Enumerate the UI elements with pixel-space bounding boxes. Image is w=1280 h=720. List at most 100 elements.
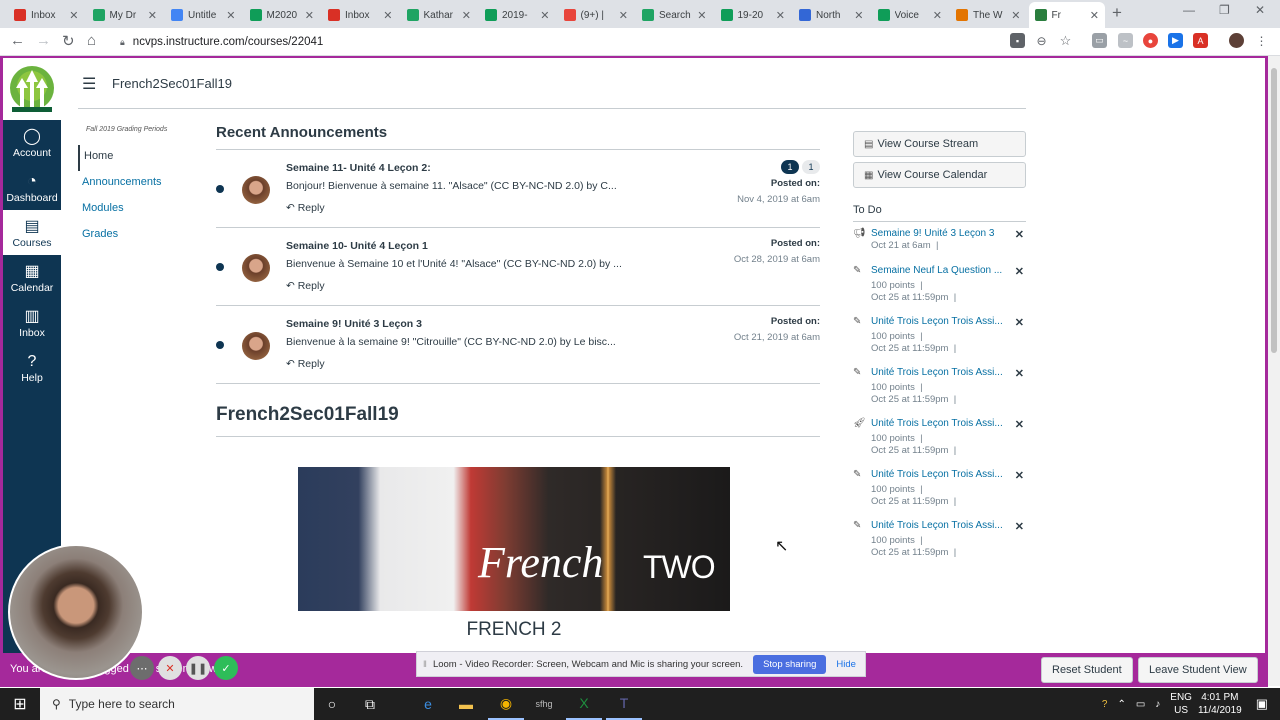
pause-icon[interactable]: ❚❚ (186, 656, 210, 680)
browser-tab[interactable]: 19-20 ✕ (715, 2, 792, 28)
camera-icon[interactable]: ▪ (1010, 33, 1025, 48)
todo-title-link[interactable]: Unité Trois Leçon Trois Assi... (871, 367, 1003, 378)
extension-icon[interactable]: ▶ (1168, 33, 1183, 48)
global-nav-account[interactable]: ◯ Account (3, 120, 61, 165)
reply-link[interactable]: ↶ Reply (286, 358, 325, 370)
task-view-icon[interactable]: ⧉ (352, 688, 388, 720)
app-icon[interactable]: sfhg (526, 688, 562, 720)
menu-icon[interactable]: ⋮ (1254, 33, 1269, 48)
announcement-title[interactable]: Semaine 9! Unité 3 Leçon 3 (286, 318, 422, 330)
browser-tab[interactable]: The W ✕ (950, 2, 1027, 28)
tab-close-icon[interactable]: ✕ (305, 9, 314, 22)
volume-icon[interactable]: ♪ (1155, 699, 1160, 710)
browser-tab[interactable]: Untitle ✕ (165, 2, 242, 28)
taskbar-search[interactable]: ⚲ Type here to search (40, 688, 314, 720)
chrome-icon[interactable]: ◉ (488, 688, 524, 720)
tab-close-icon[interactable]: ✕ (776, 9, 785, 22)
webcam-bubble[interactable] (8, 544, 144, 680)
dismiss-icon[interactable]: ✕ (1015, 520, 1024, 533)
tab-close-icon[interactable]: ✕ (854, 9, 863, 22)
close-window-icon[interactable]: ✕ (1255, 3, 1265, 17)
address-bar[interactable]: 🔒︎ ncvps.instructure.com/courses/22041 (112, 31, 1002, 53)
browser-tab[interactable]: Fr ✕ (1028, 2, 1105, 28)
global-nav-help[interactable]: ? Help (3, 345, 61, 390)
tab-close-icon[interactable]: ✕ (462, 9, 471, 22)
teams-icon[interactable]: T (606, 688, 642, 720)
tab-close-icon[interactable]: ✕ (69, 9, 78, 22)
tab-close-icon[interactable]: ✕ (540, 9, 549, 22)
dismiss-icon[interactable]: ✕ (1015, 228, 1024, 241)
browser-tab[interactable]: Inbox ✕ (322, 2, 399, 28)
browser-tab[interactable]: Inbox ✕ (8, 2, 85, 28)
todo-title-link[interactable]: Semaine Neuf La Question ... (871, 265, 1003, 276)
leave-student-view-button[interactable]: Leave Student View (1138, 657, 1258, 683)
browser-tab[interactable]: Search ✕ (636, 2, 713, 28)
dismiss-icon[interactable]: ✕ (1015, 316, 1024, 329)
todo-title-link[interactable]: Unité Trois Leçon Trois Assi... (871, 418, 1003, 429)
global-nav-inbox[interactable]: ▥ Inbox (3, 300, 61, 345)
show-hidden-icons-icon[interactable]: ⌃ (1117, 699, 1125, 710)
minimize-icon[interactable]: — (1183, 3, 1195, 17)
stop-sharing-button[interactable]: Stop sharing (753, 654, 827, 674)
hamburger-menu-icon[interactable]: ☰ (82, 74, 96, 94)
reply-link[interactable]: ↶ Reply (286, 280, 325, 292)
hide-button[interactable]: Hide (836, 659, 856, 670)
course-nav-home[interactable]: Home (78, 145, 198, 171)
announcement-title[interactable]: Semaine 10- Unité 4 Leçon 1 (286, 240, 428, 252)
tab-close-icon[interactable]: ✕ (383, 9, 392, 22)
browser-tab[interactable]: (9+) | ✕ (558, 2, 635, 28)
author-avatar[interactable] (242, 332, 270, 360)
course-nav-modules[interactable]: Modules (78, 197, 198, 223)
edge-icon[interactable]: e (410, 688, 446, 720)
todo-title-link[interactable]: Semaine 9! Unité 3 Leçon 3 (871, 228, 1003, 239)
author-avatar[interactable] (242, 254, 270, 282)
todo-title-link[interactable]: Unité Trois Leçon Trois Assi... (871, 520, 1003, 531)
dismiss-icon[interactable]: ✕ (1015, 418, 1024, 431)
clock[interactable]: 4:01 PM 11/4/2019 (1198, 691, 1242, 717)
more-icon[interactable]: ⋯ (130, 656, 154, 680)
file-explorer-icon[interactable]: ▬ (448, 688, 484, 720)
help-tray-icon[interactable]: ? (1102, 699, 1108, 710)
todo-title-link[interactable]: Unité Trois Leçon Trois Assi... (871, 316, 1003, 327)
reset-student-button[interactable]: Reset Student (1041, 657, 1133, 683)
cancel-recording-icon[interactable]: ✕ (158, 656, 182, 680)
home-icon[interactable]: ⌂ (87, 32, 96, 49)
finish-recording-icon[interactable]: ✓ (214, 656, 238, 680)
notifications-icon[interactable]: ▣ (1256, 696, 1268, 712)
adblock-icon[interactable]: A (1193, 33, 1208, 48)
zoom-icon[interactable]: ⊖ (1034, 33, 1049, 48)
new-tab-button[interactable]: + (1112, 3, 1122, 23)
tab-close-icon[interactable]: ✕ (697, 9, 706, 22)
extension-icon[interactable]: ▭ (1092, 33, 1107, 48)
author-avatar[interactable] (242, 176, 270, 204)
extension-icon[interactable]: ~ (1118, 33, 1133, 48)
tab-close-icon[interactable]: ✕ (148, 9, 157, 22)
tab-close-icon[interactable]: ✕ (1090, 9, 1099, 22)
reply-link[interactable]: ↶ Reply (286, 202, 325, 214)
todo-title-link[interactable]: Unité Trois Leçon Trois Assi... (871, 469, 1003, 480)
reload-icon[interactable]: ↻ (62, 32, 75, 50)
bookmark-star-icon[interactable]: ☆ (1058, 33, 1073, 48)
global-nav-calendar[interactable]: ▦ Calendar (3, 255, 61, 300)
institution-logo[interactable] (3, 58, 61, 120)
browser-tab[interactable]: North ✕ (793, 2, 870, 28)
profile-avatar[interactable] (1229, 33, 1244, 48)
browser-tab[interactable]: My Dr ✕ (87, 2, 164, 28)
announcement-title[interactable]: Semaine 11- Unité 4 Leçon 2: (286, 162, 431, 174)
dismiss-icon[interactable]: ✕ (1015, 367, 1024, 380)
excel-icon[interactable]: X (566, 688, 602, 720)
tab-close-icon[interactable]: ✕ (933, 9, 942, 22)
network-icon[interactable]: ▭ (1136, 699, 1145, 710)
drag-handle-icon[interactable]: ‖ (423, 659, 427, 670)
browser-tab[interactable]: 2019- ✕ (479, 2, 556, 28)
maximize-icon[interactable]: ❐ (1219, 3, 1230, 17)
view-course-stream-button[interactable]: ▤ View Course Stream (853, 131, 1026, 157)
tab-close-icon[interactable]: ✕ (1011, 9, 1020, 22)
course-nav-announcements[interactable]: Announcements (78, 171, 198, 197)
browser-tab[interactable]: M2020 ✕ (244, 2, 321, 28)
view-course-calendar-button[interactable]: ▦ View Course Calendar (853, 162, 1026, 188)
global-nav-courses[interactable]: ▤ Courses (3, 210, 61, 255)
page-scrollbar[interactable] (1268, 56, 1280, 686)
extension-icon[interactable]: ● (1143, 33, 1158, 48)
language-indicator[interactable]: ENG US (1170, 691, 1192, 717)
